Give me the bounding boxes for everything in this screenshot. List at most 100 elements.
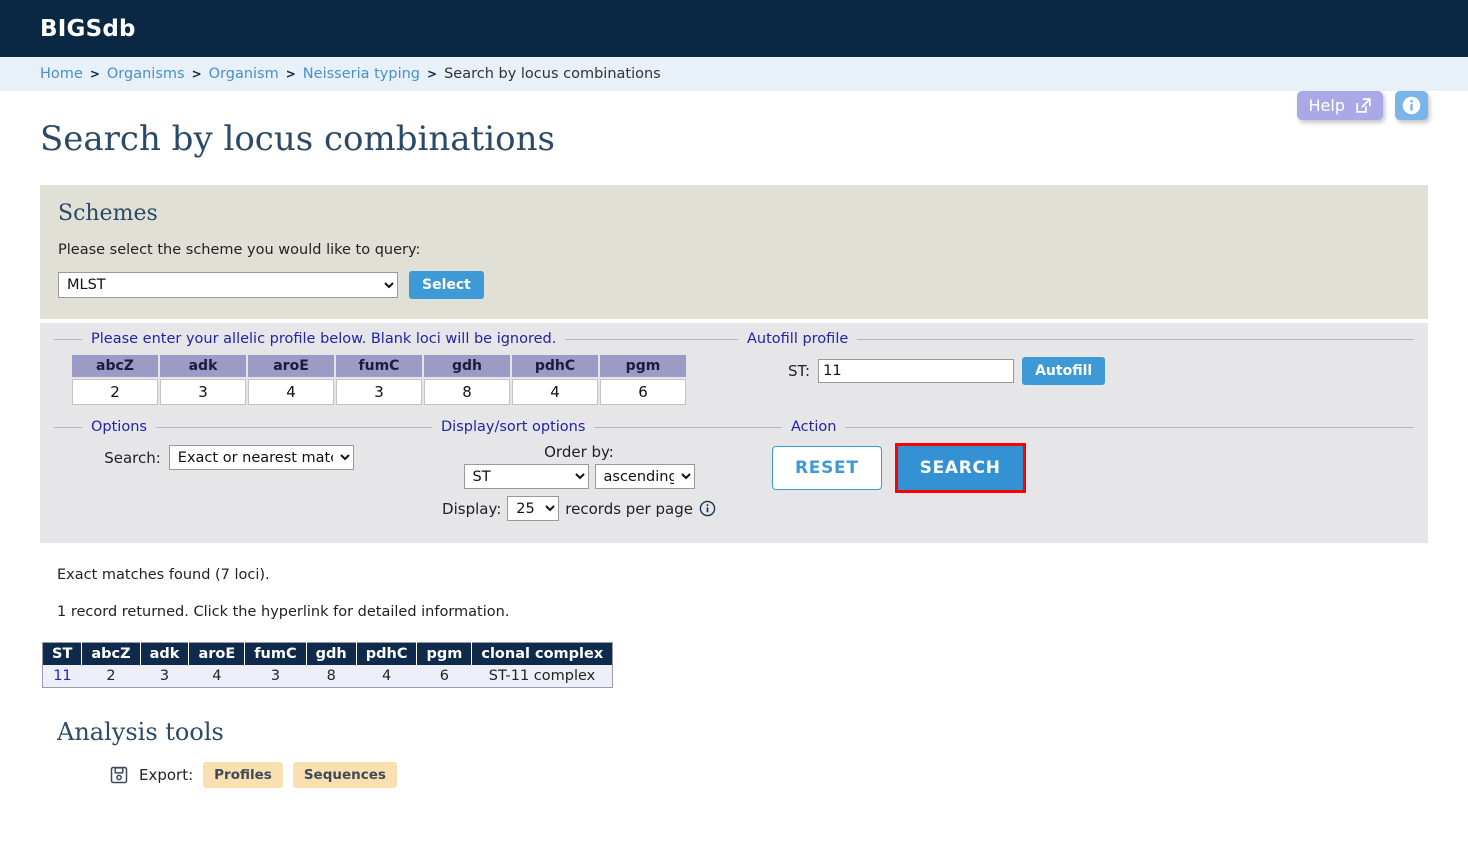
st-input[interactable]: [818, 359, 1015, 383]
breadcrumb-item-organism[interactable]: Organism: [209, 66, 279, 82]
breadcrumb-item-current: Search by locus combinations: [444, 66, 661, 82]
action-fieldset: Action RESET SEARCH: [754, 419, 1414, 499]
breadcrumb: Home > Organisms > Organism > Neisseria …: [0, 57, 1468, 91]
locus-input-pdhC[interactable]: [513, 380, 597, 404]
schemes-panel: Schemes Please select the scheme you wou…: [40, 185, 1428, 319]
breadcrumb-separator-icon: >: [285, 67, 296, 81]
export-label: Export:: [139, 766, 194, 784]
export-row: Export: Profiles Sequences: [109, 762, 1468, 788]
locus-input-abcZ[interactable]: [73, 380, 157, 404]
results-cell-gdh: 8: [306, 665, 357, 688]
action-button-group: RESET SEARCH: [772, 443, 1404, 493]
help-button-label: Help: [1308, 95, 1345, 115]
st-detail-link[interactable]: 11: [53, 668, 71, 684]
save-floppy-icon: [109, 765, 129, 785]
reset-button[interactable]: RESET: [772, 446, 882, 490]
results-cell-pdhC: 4: [356, 665, 417, 688]
order-by-select[interactable]: ST: [463, 464, 589, 489]
results-col-pgm: pgm: [416, 642, 473, 665]
records-per-page-suffix: records per page: [565, 499, 693, 518]
info-button[interactable]: [1395, 91, 1428, 120]
loci-header-gdh: gdh: [424, 355, 510, 377]
search-button[interactable]: SEARCH: [897, 446, 1023, 490]
scheme-select[interactable]: MLST: [58, 272, 398, 298]
order-direction-select[interactable]: ascending: [594, 464, 695, 489]
results-cell-adk: 3: [140, 665, 189, 688]
app-brand-title: BIGSdb: [40, 15, 136, 42]
allelic-profile-legend: Please enter your allelic profile below.…: [91, 331, 557, 347]
page-title: Search by locus combinations: [40, 119, 555, 159]
results-cell-clonal-complex: ST-11 complex: [471, 665, 613, 688]
breadcrumb-separator-icon: >: [191, 67, 202, 81]
loci-header-row: abcZ adk aroE fumC gdh pdhC pgm: [72, 355, 686, 377]
locus-input-fumC[interactable]: [337, 380, 421, 404]
query-form-panel: Please enter your allelic profile below.…: [40, 323, 1428, 543]
export-sequences-button[interactable]: Sequences: [292, 762, 397, 788]
search-button-highlight: SEARCH: [894, 443, 1026, 493]
locus-input-aroE[interactable]: [249, 380, 333, 404]
display-sort-legend: Display/sort options: [441, 419, 586, 435]
results-col-aroE: aroE: [188, 642, 246, 665]
options-legend: Options: [91, 419, 147, 435]
results-table: ST abcZ adk aroE fumC gdh pdhC pgm clona…: [42, 642, 614, 688]
results-cell-fumC: 3: [244, 665, 307, 688]
info-circle-icon[interactable]: [699, 500, 716, 517]
table-row: 11 2 3 4 3 8 4 6 ST-11 complex: [42, 665, 613, 688]
records-per-page-row: Display: 25 records per page: [442, 496, 716, 521]
external-link-icon: [1354, 96, 1373, 115]
results-area: Exact matches found (7 loci). 1 record r…: [0, 543, 1468, 688]
results-col-fumC: fumC: [244, 642, 307, 665]
options-fieldset: Options Search: Exact or nearest match: [54, 419, 404, 476]
results-col-gdh: gdh: [306, 642, 357, 665]
results-cell-abcZ: 2: [81, 665, 141, 688]
autofill-row: ST: Autofill: [788, 357, 1404, 385]
breadcrumb-separator-icon: >: [427, 67, 438, 81]
analysis-tools-heading: Analysis tools: [57, 718, 224, 746]
loci-header-pdhC: pdhC: [512, 355, 598, 377]
loci-header-abcZ: abcZ: [72, 355, 158, 377]
results-cell-st[interactable]: 11: [42, 665, 82, 688]
results-cell-pgm: 6: [416, 665, 472, 688]
record-count-message: 1 record returned. Click the hyperlink f…: [57, 604, 510, 620]
profile-autofill-row: Please enter your allelic profile below.…: [54, 331, 1414, 413]
match-message: Exact matches found (7 loci).: [57, 567, 270, 583]
order-by-row: ST ascending: [463, 464, 695, 489]
loci-value-row: [72, 379, 686, 405]
locus-input-pgm[interactable]: [601, 380, 685, 404]
display-sort-fieldset: Display/sort options Order by: ST ascend…: [404, 419, 754, 527]
loci-header-aroE: aroE: [248, 355, 334, 377]
autofill-legend: Autofill profile: [747, 331, 849, 347]
order-by-label: Order by:: [544, 443, 614, 461]
search-mode-row: Search: Exact or nearest match: [64, 445, 394, 470]
display-label: Display:: [442, 499, 502, 518]
analysis-tools-section: Analysis tools Export: Profiles Sequence…: [0, 688, 1468, 788]
display-sort-controls: Order by: ST ascending Display: 25 recor…: [414, 443, 744, 521]
search-mode-select[interactable]: Exact or nearest match: [168, 445, 354, 470]
corner-button-group: Help: [1296, 91, 1428, 120]
loci-header-adk: adk: [160, 355, 246, 377]
app-header-bar: BIGSdb: [0, 0, 1468, 57]
autofill-fieldset: Autofill profile ST: Autofill: [710, 331, 1414, 391]
scheme-select-row: MLST Select: [58, 271, 1410, 299]
results-col-pdhC: pdhC: [356, 642, 418, 665]
locus-input-gdh[interactable]: [425, 380, 509, 404]
results-cell-aroE: 4: [188, 665, 245, 688]
loci-header-fumC: fumC: [336, 355, 422, 377]
results-col-st: ST: [42, 642, 83, 665]
breadcrumb-item-home[interactable]: Home: [40, 66, 83, 82]
results-col-adk: adk: [140, 642, 190, 665]
autofill-button[interactable]: Autofill: [1022, 357, 1106, 385]
breadcrumb-item-neisseria-typing[interactable]: Neisseria typing: [303, 66, 420, 82]
export-profiles-button[interactable]: Profiles: [203, 762, 283, 788]
info-circle-icon: [1401, 95, 1422, 116]
locus-input-adk[interactable]: [161, 380, 245, 404]
loci-header-pgm: pgm: [600, 355, 686, 377]
results-col-clonal-complex: clonal complex: [471, 642, 613, 665]
help-button[interactable]: Help: [1296, 91, 1383, 120]
breadcrumb-item-organisms[interactable]: Organisms: [107, 66, 185, 82]
records-per-page-select[interactable]: 25: [507, 496, 560, 521]
scheme-select-button[interactable]: Select: [409, 271, 484, 299]
allelic-profile-fieldset: Please enter your allelic profile below.…: [54, 331, 710, 413]
action-legend: Action: [791, 419, 837, 435]
st-label: ST:: [788, 362, 811, 380]
